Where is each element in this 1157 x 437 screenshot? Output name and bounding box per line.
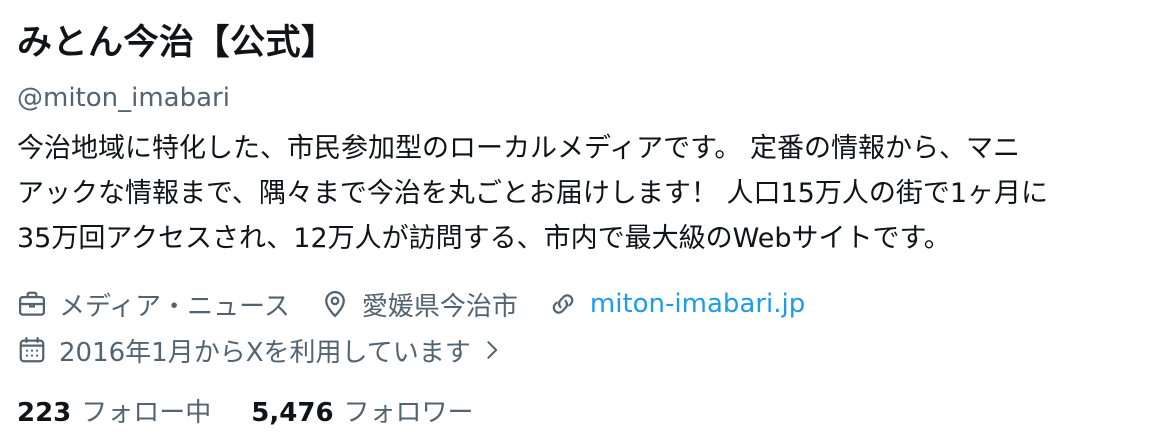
calendar-icon xyxy=(17,335,47,365)
briefcase-icon xyxy=(17,289,47,319)
chevron-right-icon xyxy=(481,339,503,361)
followers-label: フォロワー xyxy=(343,398,474,428)
following-count: 223 xyxy=(17,398,72,428)
profile-location-label: 愛媛県今治市 xyxy=(361,291,518,322)
profile-joined-label: 2016年1月からXを利用しています xyxy=(59,337,471,368)
username-handle: @miton_imabari xyxy=(17,83,230,113)
profile-meta: メディア・ニュース 愛媛県今治市 miton-imabari.jp 2016年1… xyxy=(17,281,1145,373)
meta-row-joined: 2016年1月からXを利用しています xyxy=(17,327,1145,373)
following-label: フォロー中 xyxy=(81,398,212,428)
profile-location: 愛媛県今治市 xyxy=(320,286,518,323)
profile-website-link[interactable]: miton-imabari.jp xyxy=(590,289,805,319)
link-icon xyxy=(548,289,578,319)
bio-line: 今治地域に特化した、市民参加型のローカルメディアです。 定番の情報から、マニ xyxy=(17,133,1020,164)
location-pin-icon xyxy=(320,289,350,319)
profile-category: メディア・ニュース xyxy=(17,286,290,323)
profile-bio: 今治地域に特化した、市民参加型のローカルメディアです。 定番の情報から、マニ ア… xyxy=(17,126,1145,261)
followers-link[interactable]: 5,476 フォロワー xyxy=(251,393,473,433)
following-link[interactable]: 223 フォロー中 xyxy=(17,393,211,433)
meta-row-info: メディア・ニュース 愛媛県今治市 miton-imabari.jp xyxy=(17,281,1145,327)
bio-line: 35万回アクセスされ、12万人が訪問する、市内で最大級のWebサイトです。 xyxy=(17,223,951,254)
followers-count: 5,476 xyxy=(251,398,334,428)
profile-header: みとん今治【公式】 @miton_imabari 今治地域に特化した、市民参加型… xyxy=(17,14,1145,433)
display-name: みとん今治【公式】 xyxy=(17,23,337,63)
profile-joined[interactable]: 2016年1月からXを利用しています xyxy=(17,332,503,369)
profile-category-label: メディア・ニュース xyxy=(59,291,290,322)
profile-website[interactable]: miton-imabari.jp xyxy=(548,289,805,319)
follow-stats: 223 フォロー中 5,476 フォロワー xyxy=(17,393,1145,433)
bio-line: アックな情報まで、隅々まで今治を丸ごとお届けします！ 人口15万人の街で1ヶ月に xyxy=(17,178,1049,209)
